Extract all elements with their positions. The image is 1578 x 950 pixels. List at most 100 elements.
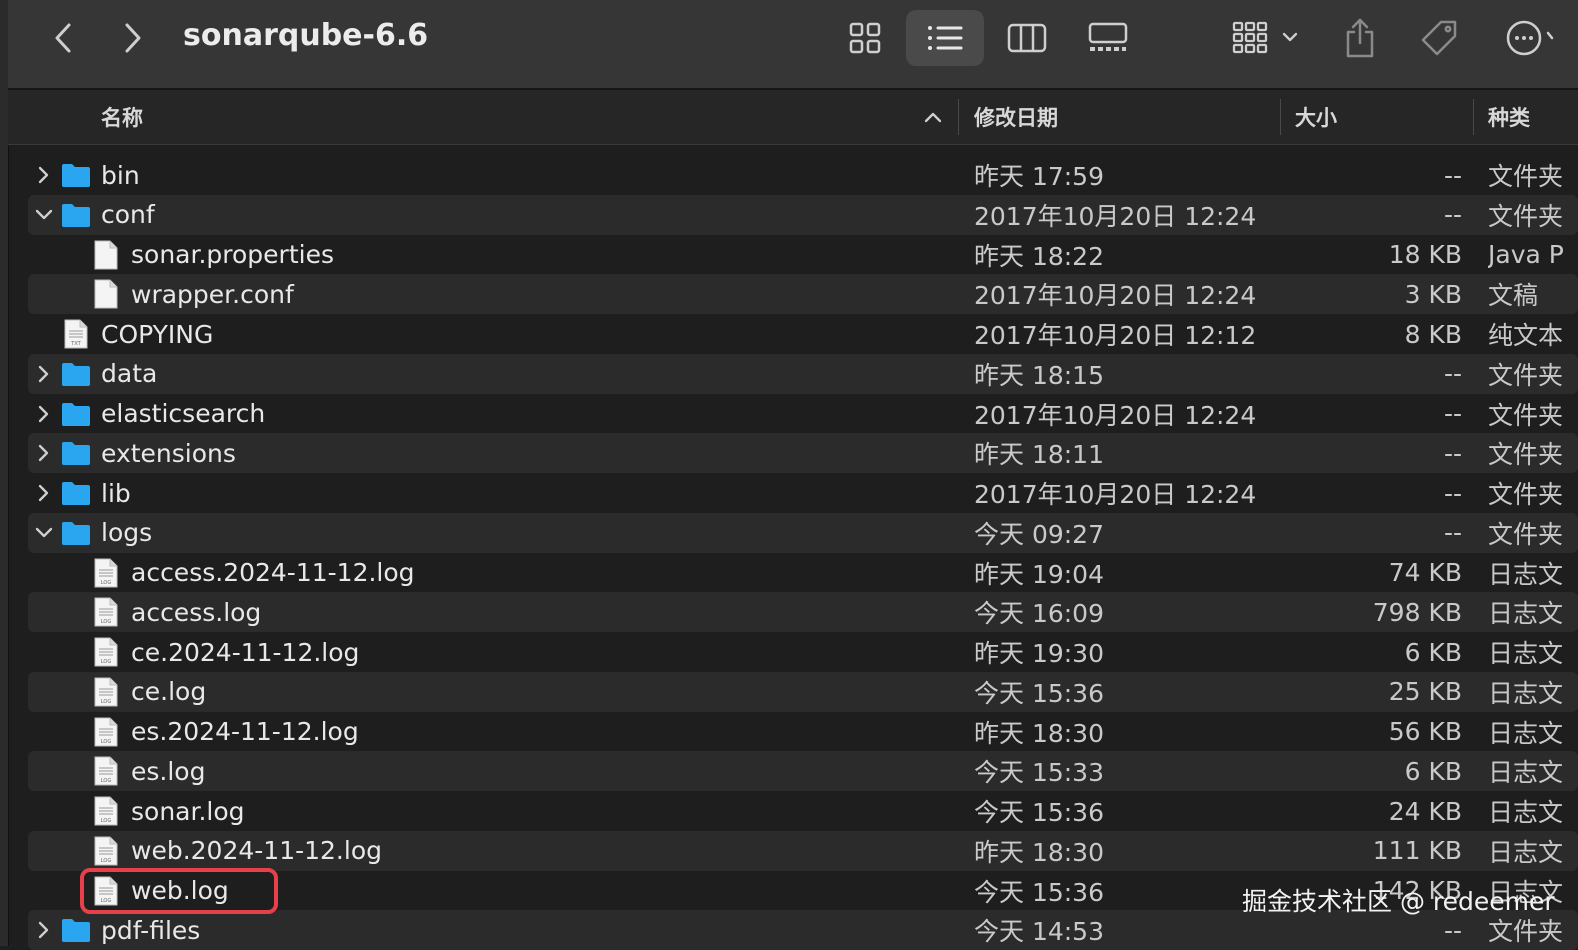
- file-size: --: [1443, 438, 1462, 468]
- folder-icon: [61, 433, 91, 473]
- svg-text:LOG: LOG: [101, 778, 112, 784]
- svg-text:LOG: LOG: [101, 659, 112, 665]
- folder-icon: [61, 394, 91, 434]
- chevron-right-icon[interactable]: [34, 910, 54, 950]
- chevron-right-icon[interactable]: [34, 433, 54, 473]
- file-size: 798 KB: [1372, 597, 1462, 627]
- finder-toolbar: sonarqube-6.6: [8, 0, 1578, 90]
- file-name: sonar.properties: [131, 240, 334, 269]
- log-file-icon: LOG: [94, 791, 118, 831]
- gallery-view-icon[interactable]: [1080, 12, 1136, 64]
- chevron-right-icon[interactable]: [34, 354, 54, 394]
- file-size: 24 KB: [1388, 796, 1462, 826]
- folder-icon: [61, 473, 91, 513]
- chevron-right-icon[interactable]: [34, 155, 54, 195]
- folder-icon: [61, 910, 91, 950]
- chevron-down-icon[interactable]: [34, 513, 54, 553]
- folder-row[interactable]: data 昨天 18:15 -- 文件夹: [28, 353, 1578, 394]
- file-kind: 文件夹: [1488, 360, 1564, 390]
- back-icon[interactable]: [46, 18, 80, 58]
- file-row[interactable]: LOG ce.2024-11-12.log 昨天 19:30 6 KB 日志文: [28, 632, 1578, 672]
- file-row[interactable]: LOG access.log 今天 16:09 798 KB 日志文: [28, 592, 1578, 633]
- group-icon[interactable]: [1224, 12, 1306, 64]
- svg-text:LOG: LOG: [101, 818, 112, 824]
- forward-icon[interactable]: [116, 18, 150, 58]
- chevron-down-icon[interactable]: [34, 195, 54, 235]
- folder-row[interactable]: extensions 昨天 18:11 -- 文件夹: [28, 433, 1578, 474]
- list-view-icon[interactable]: [906, 10, 984, 66]
- file-date: 今天 15:36: [974, 798, 1104, 827]
- file-size: --: [1443, 160, 1462, 190]
- log-file-icon: LOG: [94, 712, 118, 752]
- file-kind: 文件夹: [1488, 162, 1564, 191]
- folder-row[interactable]: elasticsearch 2017年10月20日 12:24 -- 文件夹: [28, 394, 1578, 434]
- log-file-icon: LOG: [94, 751, 118, 791]
- file-kind: 日志文: [1488, 798, 1564, 827]
- document-icon: [94, 274, 118, 314]
- highlight-box: [80, 868, 278, 914]
- column-divider[interactable]: [958, 99, 959, 135]
- column-name-header[interactable]: 名称: [101, 90, 143, 144]
- file-date: 2017年10月20日 12:24: [974, 281, 1257, 311]
- log-file-icon: LOG: [94, 831, 118, 871]
- file-name: access.2024-11-12.log: [131, 558, 415, 587]
- icon-view-icon[interactable]: [838, 12, 892, 64]
- chevron-right-icon[interactable]: [34, 394, 54, 434]
- sort-ascending-icon[interactable]: [922, 104, 944, 130]
- log-file-icon: LOG: [94, 553, 118, 593]
- column-kind-header[interactable]: 种类: [1488, 90, 1530, 144]
- file-row[interactable]: LOG es.2024-11-12.log 昨天 18:30 56 KB 日志文: [28, 712, 1578, 752]
- file-kind: 文稿: [1488, 281, 1539, 311]
- folder-row[interactable]: conf 2017年10月20日 12:24 -- 文件夹: [28, 194, 1578, 235]
- share-icon[interactable]: [1338, 10, 1382, 66]
- file-size: 74 KB: [1388, 558, 1462, 587]
- file-kind: 日志文: [1488, 599, 1564, 629]
- file-date: 今天 16:09: [974, 599, 1104, 629]
- svg-text:LOG: LOG: [101, 699, 112, 705]
- log-file-icon: LOG: [94, 632, 118, 672]
- file-row[interactable]: LOG ce.log 今天 15:36 25 KB 日志文: [28, 671, 1578, 712]
- folder-row[interactable]: logs 今天 09:27 -- 文件夹: [28, 512, 1578, 553]
- file-size: 56 KB: [1388, 717, 1462, 746]
- file-row[interactable]: sonar.properties 昨天 18:22 18 KB Java P: [28, 235, 1578, 275]
- file-name: COPYING: [101, 319, 214, 349]
- file-kind: 日志文: [1488, 718, 1564, 748]
- file-row[interactable]: LOG access.2024-11-12.log 昨天 19:04 74 KB 日志文: [28, 553, 1578, 593]
- file-date: 昨天 18:11: [974, 440, 1104, 470]
- file-size: --: [1443, 478, 1462, 508]
- file-date: 昨天 18:15: [974, 360, 1104, 390]
- file-name: access.log: [131, 597, 262, 627]
- svg-text:LOG: LOG: [101, 858, 112, 864]
- file-row[interactable]: LOG es.log 今天 15:33 6 KB 日志文: [28, 751, 1578, 792]
- file-kind: 日志文: [1488, 837, 1564, 867]
- folder-row[interactable]: bin 昨天 17:59 -- 文件夹: [28, 155, 1578, 195]
- column-size-header[interactable]: 大小: [1295, 90, 1337, 144]
- file-date: 2017年10月20日 12:24: [974, 480, 1257, 509]
- file-name: sonar.log: [131, 796, 245, 826]
- file-size: 18 KB: [1388, 240, 1462, 269]
- file-size: --: [1443, 518, 1462, 548]
- column-date-header[interactable]: 修改日期: [974, 90, 1058, 144]
- column-divider[interactable]: [1473, 99, 1474, 135]
- file-row[interactable]: LOG web.2024-11-12.log 昨天 18:30 111 KB 日志文: [28, 830, 1578, 871]
- file-size: --: [1443, 200, 1462, 230]
- file-size: --: [1443, 399, 1462, 428]
- folder-row[interactable]: lib 2017年10月20日 12:24 -- 文件夹: [28, 473, 1578, 513]
- file-row[interactable]: TXT COPYING 2017年10月20日 12:12 8 KB 纯文本: [28, 314, 1578, 354]
- document-icon: [94, 235, 118, 275]
- column-header: 名称 修改日期 大小 种类: [8, 90, 1578, 145]
- log-file-icon: LOG: [94, 672, 118, 712]
- svg-text:TXT: TXT: [70, 341, 81, 347]
- tag-icon[interactable]: [1414, 12, 1464, 64]
- folder-icon: [61, 513, 91, 553]
- window-title: sonarqube-6.6: [183, 18, 429, 53]
- file-row[interactable]: LOG sonar.log 今天 15:36 24 KB 日志文: [28, 791, 1578, 831]
- more-icon[interactable]: [1502, 12, 1558, 64]
- column-divider[interactable]: [1280, 99, 1281, 135]
- file-kind: 文件夹: [1488, 480, 1564, 509]
- column-view-icon[interactable]: [1000, 12, 1054, 64]
- chevron-right-icon[interactable]: [34, 473, 54, 513]
- file-kind: 文件夹: [1488, 519, 1564, 549]
- file-row[interactable]: wrapper.conf 2017年10月20日 12:24 3 KB 文稿: [28, 274, 1578, 315]
- file-size: 8 KB: [1404, 319, 1462, 349]
